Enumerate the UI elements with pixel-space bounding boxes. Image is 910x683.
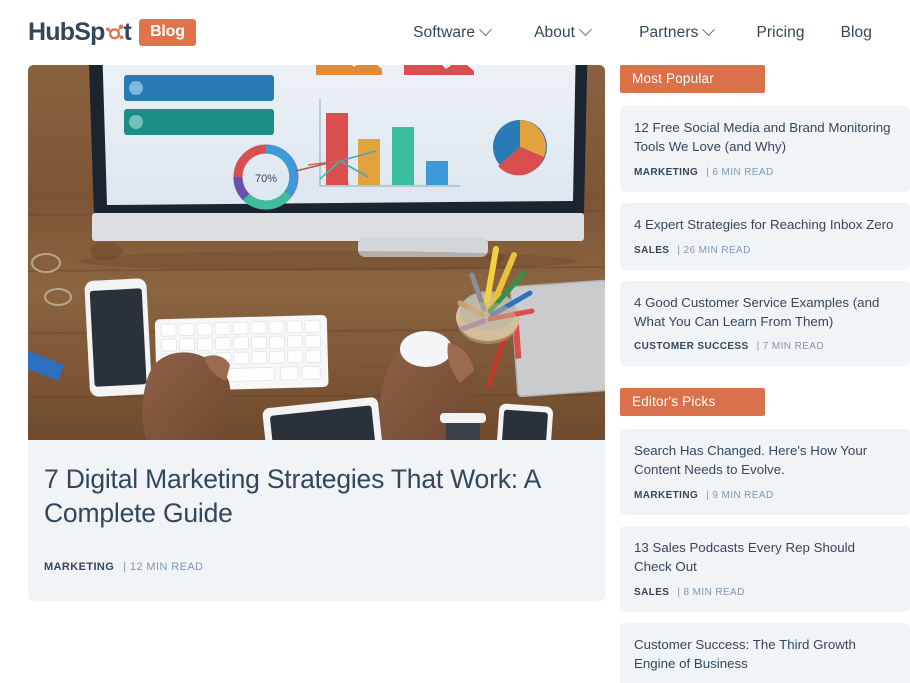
sidebar-post-meta: SALES | 26 MIN READ bbox=[634, 245, 896, 256]
page-content: 70% 7 Digital Marketing Strategies That … bbox=[0, 65, 910, 683]
nav-item-pricing[interactable]: Pricing bbox=[756, 24, 804, 42]
svg-text:70%: 70% bbox=[255, 173, 277, 185]
sidebar-post-category[interactable]: CUSTOMER SUCCESS bbox=[634, 341, 749, 352]
sidebar-post-card[interactable]: 13 Sales Podcasts Every Rep Should Check… bbox=[620, 526, 910, 612]
featured-post-category[interactable]: MARKETING bbox=[44, 561, 114, 573]
wordmark-text-end: t bbox=[123, 18, 132, 47]
nav-label-partners: Partners bbox=[639, 23, 699, 41]
sprocket-icon bbox=[104, 22, 125, 43]
sidebar-post-readtime: | 6 MIN READ bbox=[706, 166, 774, 178]
nav-item-software[interactable]: Software bbox=[413, 23, 492, 42]
featured-post-title[interactable]: 7 Digital Marketing Strategies That Work… bbox=[44, 462, 589, 531]
sidebar-heading-most-popular: Most Popular bbox=[620, 65, 765, 93]
sidebar-post-meta: MARKETING | 6 MIN READ bbox=[634, 167, 896, 178]
hubspot-wordmark: HubSp t bbox=[28, 18, 132, 47]
site-header: HubSp t Blog Software About Partners Pri… bbox=[0, 0, 910, 65]
sidebar-post-title[interactable]: 4 Expert Strategies for Reaching Inbox Z… bbox=[634, 216, 896, 235]
nav-label-about: About bbox=[534, 23, 576, 41]
nav-label-blog: Blog bbox=[840, 23, 872, 41]
sidebar-post-readtime: | 8 MIN READ bbox=[677, 586, 745, 598]
blog-badge[interactable]: Blog bbox=[139, 18, 196, 47]
sidebar-post-readtime: | 26 MIN READ bbox=[677, 244, 751, 256]
sidebar-post-category[interactable]: SALES bbox=[634, 245, 669, 256]
sidebar-post-category[interactable]: SALES bbox=[634, 587, 669, 598]
featured-post-readtime: | 12 MIN READ bbox=[123, 560, 204, 573]
chevron-down-icon bbox=[579, 23, 592, 37]
sidebar-post-card[interactable]: 12 Free Social Media and Brand Monitorin… bbox=[620, 106, 910, 192]
sidebar-post-card[interactable]: 4 Expert Strategies for Reaching Inbox Z… bbox=[620, 202, 910, 270]
nav-item-about[interactable]: About bbox=[534, 23, 592, 42]
sidebar-post-card[interactable]: Customer Success: The Third Growth Engin… bbox=[620, 622, 910, 683]
chevron-down-icon bbox=[479, 23, 492, 37]
sidebar-post-meta: SALES | 8 MIN READ bbox=[634, 587, 896, 598]
sidebar-post-readtime: | 9 MIN READ bbox=[706, 490, 774, 502]
sidebar-post-card[interactable]: Search Has Changed. Here's How Your Cont… bbox=[620, 429, 910, 516]
sidebar-post-title[interactable]: Customer Success: The Third Growth Engin… bbox=[634, 636, 896, 674]
nav-label-software: Software bbox=[413, 23, 476, 41]
nav-label-pricing: Pricing bbox=[756, 23, 805, 41]
sidebar-post-title[interactable]: 4 Good Customer Service Examples (and Wh… bbox=[634, 294, 896, 332]
sidebar-post-category[interactable]: MARKETING bbox=[634, 490, 698, 501]
sidebar-post-title[interactable]: Search Has Changed. Here's How Your Cont… bbox=[634, 442, 896, 480]
sidebar-post-title[interactable]: 13 Sales Podcasts Every Rep Should Check… bbox=[634, 539, 896, 577]
nav-item-partners[interactable]: Partners bbox=[639, 23, 716, 42]
sidebar-post-category[interactable]: MARKETING bbox=[634, 167, 698, 178]
featured-post-card[interactable]: 70% 7 Digital Marketing Strategies That … bbox=[28, 65, 605, 601]
chevron-down-icon bbox=[702, 23, 716, 37]
wordmark-text-start: HubSp bbox=[28, 18, 105, 47]
sidebar-heading-editors-picks: Editor's Picks bbox=[620, 388, 765, 417]
sidebar: Most Popular 12 Free Social Media and Br… bbox=[620, 65, 910, 683]
featured-post-meta: MARKETING | 12 MIN READ bbox=[44, 561, 589, 573]
sidebar-post-readtime: | 7 MIN READ bbox=[756, 341, 824, 353]
main-column: 70% 7 Digital Marketing Strategies That … bbox=[28, 65, 605, 601]
featured-post-body: 7 Digital Marketing Strategies That Work… bbox=[28, 440, 605, 601]
sidebar-post-meta: CUSTOMER SUCCESS | 7 MIN READ bbox=[634, 341, 896, 352]
featured-post-image: 70% bbox=[28, 65, 605, 440]
sidebar-post-title[interactable]: 12 Free Social Media and Brand Monitorin… bbox=[634, 119, 896, 157]
sidebar-post-card[interactable]: 4 Good Customer Service Examples (and Wh… bbox=[620, 280, 910, 367]
sidebar-post-meta: MARKETING | 9 MIN READ bbox=[634, 490, 896, 501]
primary-navigation: Software About Partners Pricing Blog bbox=[413, 23, 882, 42]
hubspot-blog-logo[interactable]: HubSp t Blog bbox=[28, 18, 196, 47]
nav-item-blog[interactable]: Blog bbox=[841, 24, 872, 42]
